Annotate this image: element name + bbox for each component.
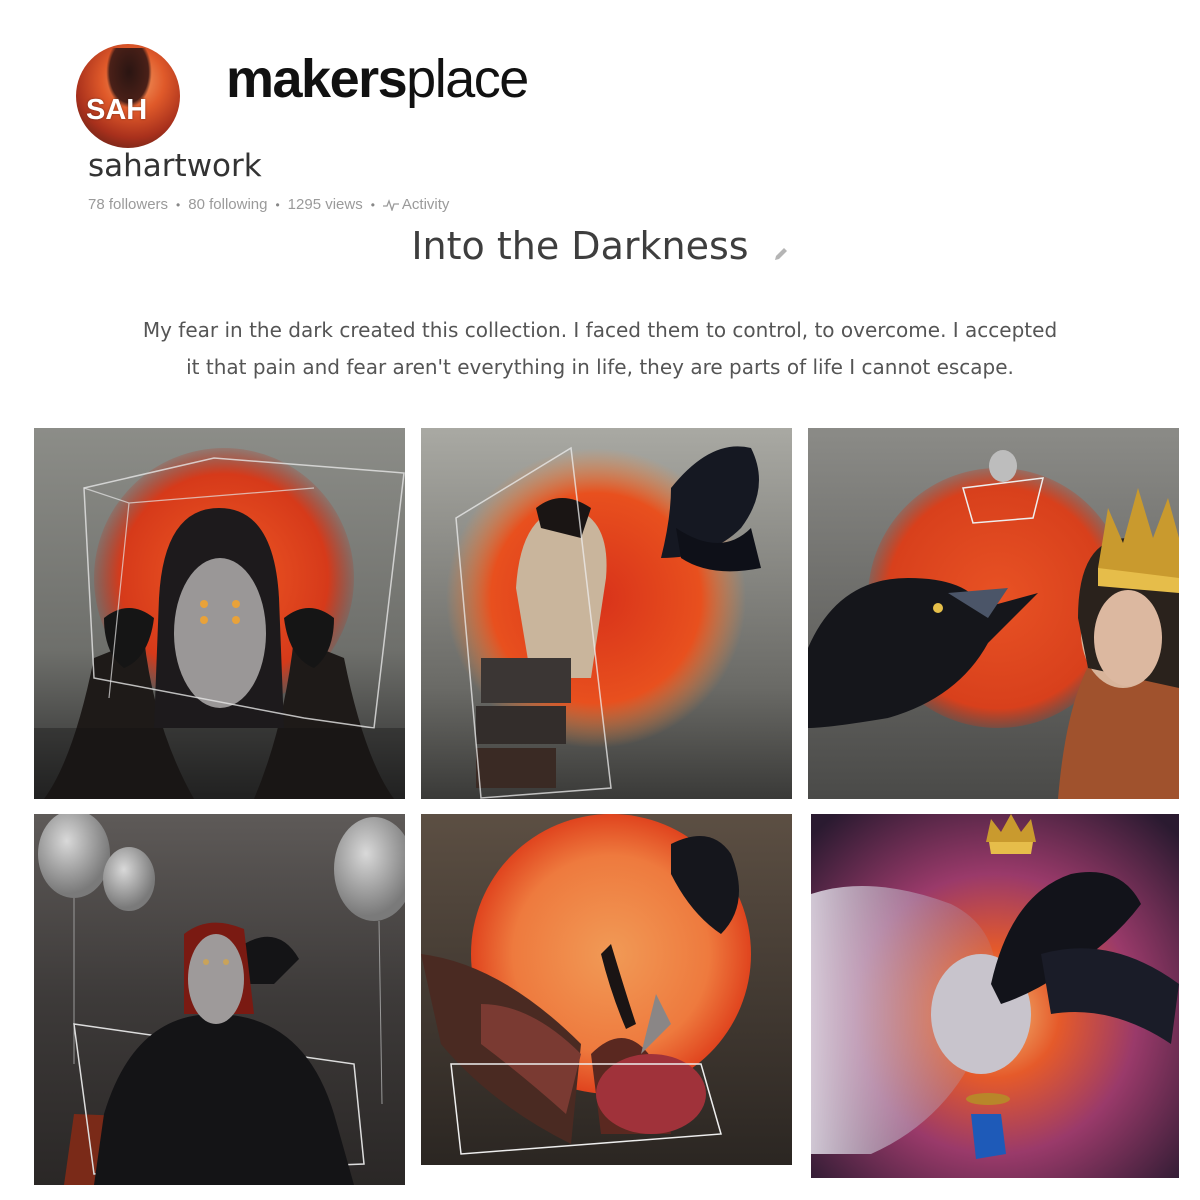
artwork-card[interactable] — [34, 428, 405, 799]
artwork-image — [421, 428, 792, 799]
username[interactable]: sahartwork — [88, 148, 262, 184]
followers-link[interactable]: 78 followers — [88, 196, 168, 213]
artwork-card[interactable] — [421, 814, 792, 1165]
avatar-initials: SAH — [86, 94, 148, 126]
activity-link[interactable]: Activity — [382, 196, 450, 213]
separator-dot: • — [176, 197, 181, 212]
brand-logo[interactable]: makersplace — [226, 49, 529, 109]
following-link[interactable]: 80 following — [188, 196, 267, 213]
artwork-image — [34, 814, 405, 1185]
artwork-card[interactable] — [34, 814, 405, 1185]
artwork-card[interactable] — [811, 814, 1179, 1178]
artwork-image — [421, 814, 792, 1165]
profile-stats: 78 followers • 80 following • 1295 views… — [88, 196, 449, 213]
brand-name-light: place — [406, 49, 529, 109]
views-count: 1295 views — [287, 196, 363, 213]
artwork-image — [808, 428, 1179, 799]
avatar[interactable]: SAH — [76, 44, 180, 148]
artwork-card[interactable] — [421, 428, 792, 799]
artwork-image — [34, 428, 405, 799]
brand-name-bold: makers — [226, 49, 408, 109]
description-line: My fear in the dark created this collect… — [142, 318, 1058, 342]
activity-label: Activity — [401, 196, 450, 213]
activity-pulse-icon — [382, 198, 399, 211]
collection-description: My fear in the dark created this collect… — [120, 312, 1080, 386]
description-line: it that pain and fear aren't everything … — [186, 355, 1014, 379]
artwork-card[interactable] — [808, 428, 1179, 799]
collection-title: Into the Darkness — [411, 224, 749, 268]
pencil-icon[interactable] — [773, 227, 789, 271]
artwork-image — [811, 814, 1179, 1178]
separator-dot: • — [370, 197, 375, 212]
collection-title-row: Into the Darkness — [0, 224, 1200, 271]
separator-dot: • — [275, 197, 280, 212]
